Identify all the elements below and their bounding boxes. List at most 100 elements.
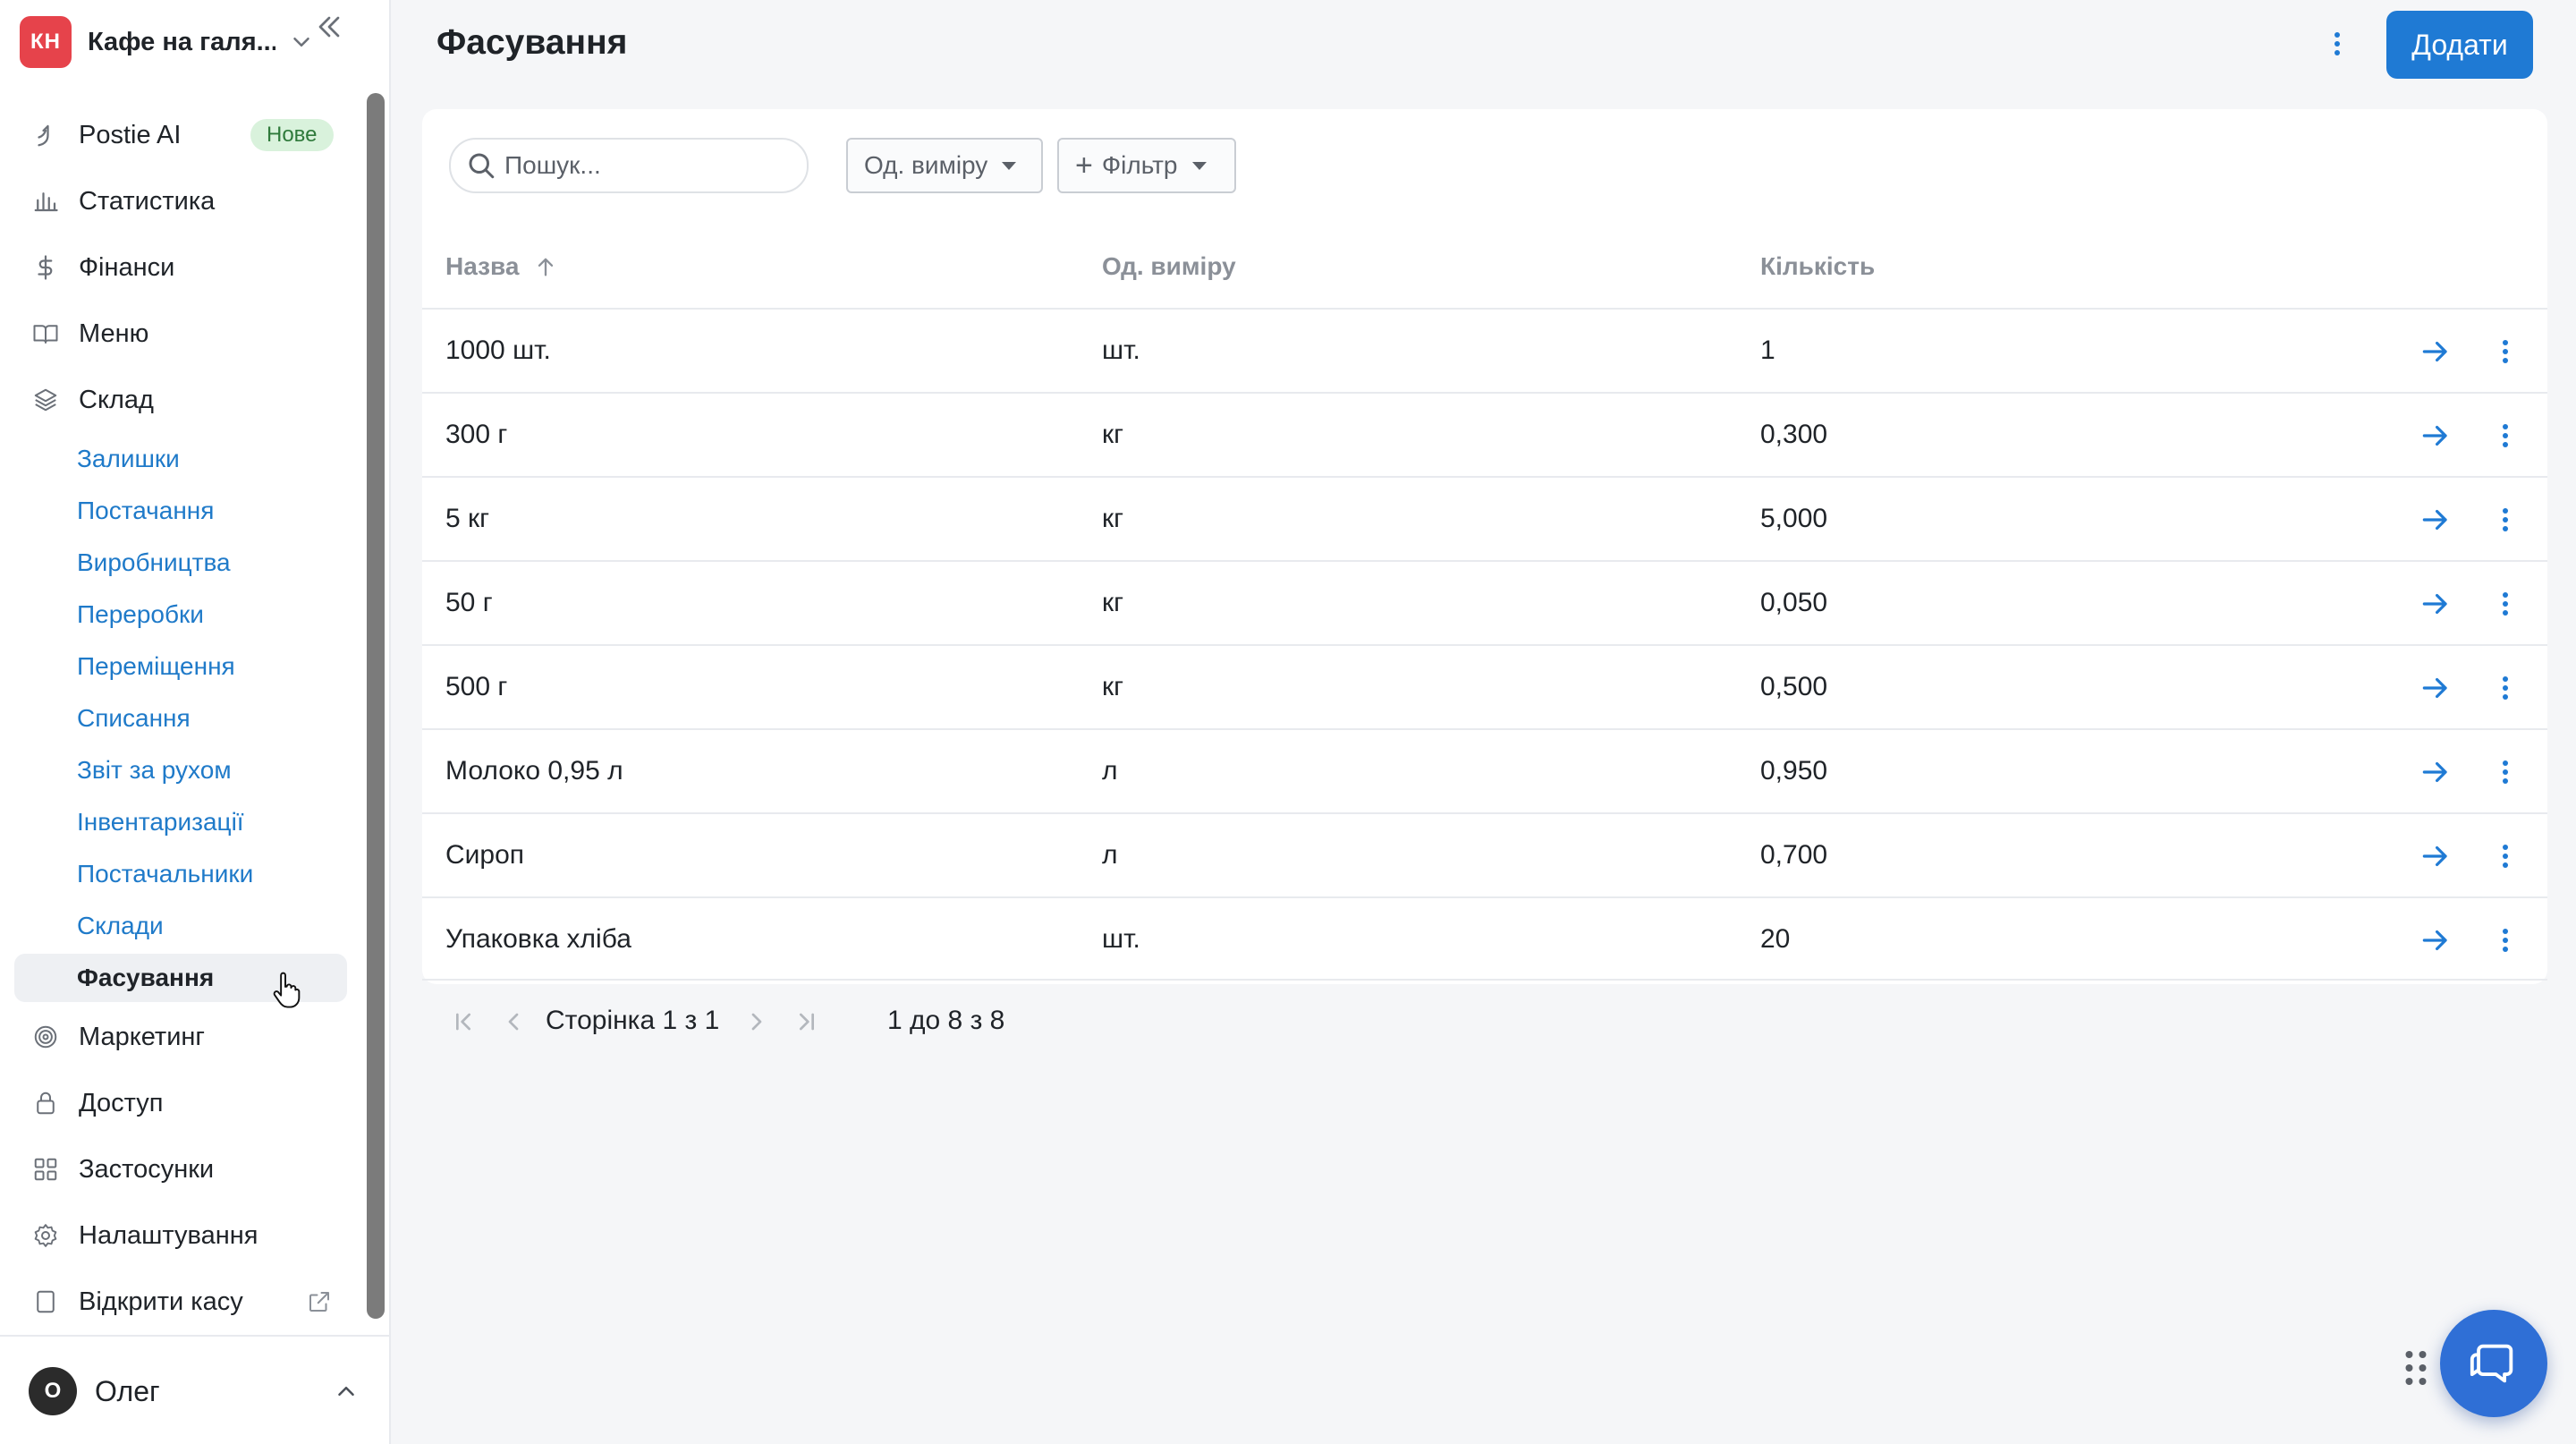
sub-item-write-offs[interactable]: Списання bbox=[14, 694, 347, 743]
caret-down-icon bbox=[1002, 161, 1017, 170]
arrow-right-icon[interactable] bbox=[2419, 671, 2453, 705]
cell-unit: кг bbox=[1102, 672, 1124, 701]
sub-item-inventory[interactable]: Інвентаризації bbox=[14, 798, 347, 846]
cell-unit: л bbox=[1102, 756, 1118, 786]
table-row[interactable]: Упаковка хліба шт. 20 bbox=[422, 896, 2547, 981]
filter-label: Фільтр bbox=[1101, 151, 1178, 179]
hand-cursor-icon bbox=[273, 972, 301, 1008]
nav-label: Доступ bbox=[79, 1088, 164, 1117]
first-page-icon[interactable] bbox=[449, 1007, 478, 1036]
cell-name: 300 г bbox=[445, 420, 508, 449]
tablet-icon bbox=[29, 1285, 63, 1319]
search-input[interactable] bbox=[504, 151, 791, 180]
kebab-icon bbox=[2503, 845, 2508, 868]
row-more-button[interactable] bbox=[2488, 839, 2522, 873]
row-more-button[interactable] bbox=[2488, 419, 2522, 453]
table-row[interactable]: 300 г кг 0,300 bbox=[422, 392, 2547, 476]
next-page-icon[interactable] bbox=[742, 1007, 771, 1036]
search-field[interactable] bbox=[449, 138, 809, 193]
column-header-quantity[interactable]: Кількість bbox=[1760, 252, 1875, 281]
nav-item-statistics[interactable]: Статистика bbox=[14, 175, 347, 227]
support-chat-button[interactable] bbox=[2440, 1310, 2547, 1417]
nav-item-warehouse[interactable]: Склад bbox=[14, 374, 347, 426]
column-header-unit[interactable]: Од. виміру bbox=[1102, 252, 1236, 281]
kebab-icon bbox=[2503, 929, 2508, 952]
page-more-button[interactable] bbox=[2318, 25, 2356, 63]
nav-item-marketing[interactable]: Маркетинг bbox=[14, 1011, 347, 1063]
cell-name: 50 г bbox=[445, 588, 493, 617]
cell-quantity: 0,300 bbox=[1760, 420, 1828, 449]
sub-item-supplies[interactable]: Постачання bbox=[14, 487, 347, 535]
sub-item-production[interactable]: Виробництва bbox=[14, 539, 347, 587]
search-icon bbox=[469, 153, 495, 179]
row-more-button[interactable] bbox=[2488, 755, 2522, 789]
layers-icon bbox=[29, 383, 63, 417]
arrow-right-icon[interactable] bbox=[2419, 419, 2453, 453]
row-more-button[interactable] bbox=[2488, 335, 2522, 369]
nav-item-finance[interactable]: Фінанси bbox=[14, 242, 347, 293]
sub-item-movement-report[interactable]: Звіт за рухом bbox=[14, 746, 347, 794]
table-row[interactable]: 5 кг кг 5,000 bbox=[422, 476, 2547, 560]
nav-item-access[interactable]: Доступ bbox=[14, 1077, 347, 1129]
nav-item-postie-ai[interactable]: Postie AI Нове bbox=[14, 109, 347, 161]
sub-item-label: Виробництва bbox=[77, 548, 231, 576]
table-row[interactable]: 1000 шт. шт. 1 bbox=[422, 308, 2547, 392]
cell-unit: кг bbox=[1102, 504, 1124, 533]
page-title: Фасування bbox=[436, 23, 628, 62]
sub-item-label: Постачання bbox=[77, 497, 215, 524]
add-button[interactable]: Додати bbox=[2386, 11, 2533, 79]
sub-item-stock[interactable]: Залишки bbox=[14, 435, 347, 483]
row-more-button[interactable] bbox=[2488, 587, 2522, 621]
cell-name: Молоко 0,95 л bbox=[445, 756, 623, 786]
row-more-button[interactable] bbox=[2488, 671, 2522, 705]
column-header-label: Назва bbox=[445, 252, 520, 280]
nav-label: Маркетинг bbox=[79, 1022, 205, 1051]
row-more-button[interactable] bbox=[2488, 923, 2522, 957]
cell-unit: кг bbox=[1102, 588, 1124, 617]
column-header-name[interactable]: Назва bbox=[445, 252, 558, 281]
cell-quantity: 1 bbox=[1760, 336, 1775, 365]
arrow-right-icon[interactable] bbox=[2419, 755, 2453, 789]
cell-quantity: 0,500 bbox=[1760, 672, 1828, 701]
sub-item-processing[interactable]: Переробки bbox=[14, 590, 347, 639]
sub-item-label: Інвентаризації bbox=[77, 808, 244, 836]
row-more-button[interactable] bbox=[2488, 503, 2522, 537]
nav-item-settings[interactable]: Налаштування bbox=[14, 1210, 347, 1261]
grid-icon bbox=[29, 1152, 63, 1186]
cell-unit: шт. bbox=[1102, 336, 1140, 365]
table-row[interactable]: Сироп л 0,700 bbox=[422, 812, 2547, 896]
sub-item-warehouses[interactable]: Склади bbox=[14, 902, 347, 950]
arrow-right-icon[interactable] bbox=[2419, 839, 2453, 873]
cell-name: 500 г bbox=[445, 672, 508, 701]
add-filter-button[interactable]: + Фільтр bbox=[1057, 138, 1236, 193]
sub-item-label: Склади bbox=[77, 912, 164, 939]
arrow-right-icon[interactable] bbox=[2419, 587, 2453, 621]
arrow-right-icon[interactable] bbox=[2419, 335, 2453, 369]
kebab-icon bbox=[2503, 424, 2508, 447]
arrow-right-icon[interactable] bbox=[2419, 503, 2453, 537]
nav-label: Postie AI bbox=[79, 120, 182, 149]
user-menu[interactable]: О Олег bbox=[29, 1367, 369, 1415]
unit-filter-dropdown[interactable]: Од. виміру bbox=[846, 138, 1043, 193]
sidebar-scrollbar[interactable] bbox=[367, 93, 385, 1319]
sub-item-transfers[interactable]: Переміщення bbox=[14, 642, 347, 691]
column-header-label: Од. виміру bbox=[1102, 252, 1236, 280]
nav-label: Застосунки bbox=[79, 1154, 215, 1184]
table-row[interactable]: 500 г кг 0,500 bbox=[422, 644, 2547, 728]
prev-page-icon[interactable] bbox=[499, 1007, 528, 1036]
table-row[interactable]: 50 г кг 0,050 bbox=[422, 560, 2547, 644]
new-badge: Нове bbox=[250, 119, 334, 151]
collapse-sidebar-icon[interactable] bbox=[311, 9, 347, 45]
packaging-table-card: Од. виміру + Фільтр Назва Од. виміру Кіл… bbox=[422, 109, 2547, 984]
nav-item-menu[interactable]: Меню bbox=[14, 308, 347, 360]
sub-item-label: Постачальники bbox=[77, 860, 254, 888]
drag-handle-icon[interactable] bbox=[2402, 1347, 2429, 1389]
nav-label: Меню bbox=[79, 319, 149, 348]
last-page-icon[interactable] bbox=[792, 1007, 821, 1036]
sub-item-suppliers[interactable]: Постачальники bbox=[14, 850, 347, 898]
sort-ascending-icon bbox=[538, 258, 554, 276]
arrow-right-icon[interactable] bbox=[2419, 923, 2453, 957]
table-row[interactable]: Молоко 0,95 л л 0,950 bbox=[422, 728, 2547, 812]
nav-item-apps[interactable]: Застосунки bbox=[14, 1143, 347, 1195]
nav-item-open-register[interactable]: Відкрити касу bbox=[14, 1276, 347, 1328]
